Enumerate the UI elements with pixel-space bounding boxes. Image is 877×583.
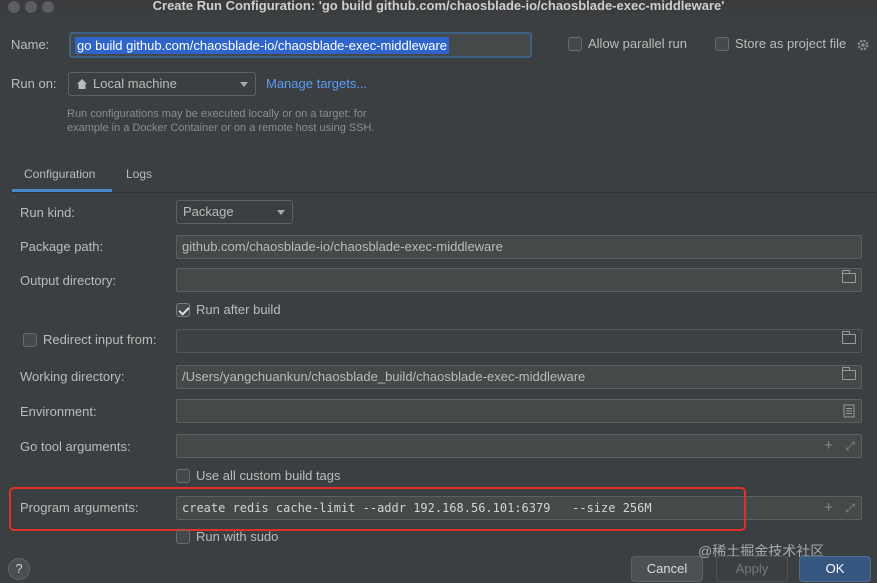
redirect-input-field[interactable] xyxy=(176,329,862,353)
tab-logs[interactable]: Logs xyxy=(126,167,152,181)
custom-build-tags-label: Use all custom build tags xyxy=(196,468,341,483)
package-path-input[interactable]: github.com/chaosblade-io/chaosblade-exec… xyxy=(176,235,862,259)
ok-button[interactable]: OK xyxy=(799,556,871,582)
folder-icon[interactable] xyxy=(842,270,856,283)
allow-parallel-checkbox[interactable] xyxy=(568,37,582,51)
run-after-build-checkbox[interactable] xyxy=(176,303,190,317)
run-kind-value: Package xyxy=(183,204,234,219)
redirect-input-label: Redirect input from: xyxy=(43,332,157,347)
folder-icon[interactable] xyxy=(842,331,856,344)
document-icon[interactable] xyxy=(843,404,855,418)
working-directory-value: /Users/yangchuankun/chaosblade_build/cha… xyxy=(182,369,586,384)
output-directory-label: Output directory: xyxy=(20,273,117,288)
manage-targets-link[interactable]: Manage targets... xyxy=(266,76,367,91)
plus-icon[interactable]: + xyxy=(824,499,833,517)
cancel-button[interactable]: Cancel xyxy=(631,556,703,582)
apply-button[interactable]: Apply xyxy=(716,556,788,582)
chevron-down-icon xyxy=(277,210,285,215)
expand-icon[interactable]: ⤢ xyxy=(845,437,855,455)
chevron-down-icon xyxy=(240,82,248,87)
name-input-value: go build github.com/chaosblade-io/chaosb… xyxy=(75,37,449,54)
run-with-sudo-label: Run with sudo xyxy=(196,529,279,544)
run-on-select[interactable]: Local machine xyxy=(68,72,256,96)
working-directory-label: Working directory: xyxy=(20,369,125,384)
custom-build-tags-checkbox[interactable] xyxy=(176,469,190,483)
window-title: Create Run Configuration: 'go build gith… xyxy=(152,0,725,13)
run-with-sudo-checkbox[interactable] xyxy=(176,530,190,544)
run-kind-label: Run kind: xyxy=(20,205,75,220)
gear-icon[interactable] xyxy=(856,38,870,52)
store-project-label: Store as project file xyxy=(735,36,847,51)
home-icon xyxy=(77,79,87,89)
expand-icon[interactable]: ⤢ xyxy=(845,499,855,517)
folder-icon[interactable] xyxy=(842,367,856,380)
run-on-value: Local machine xyxy=(93,76,177,91)
working-directory-input[interactable]: /Users/yangchuankun/chaosblade_build/cha… xyxy=(176,365,862,389)
store-project-checkbox[interactable] xyxy=(715,37,729,51)
run-on-hint-line1: Run configurations may be executed local… xyxy=(67,108,367,120)
title-bar: Create Run Configuration: 'go build gith… xyxy=(0,0,877,14)
help-button[interactable]: ? xyxy=(8,558,30,580)
redirect-input-checkbox[interactable] xyxy=(23,333,37,347)
plus-icon[interactable]: + xyxy=(824,437,833,455)
run-on-hint-line2: example in a Docker Container or on a re… xyxy=(67,122,375,134)
package-path-value: github.com/chaosblade-io/chaosblade-exec… xyxy=(182,239,503,254)
allow-parallel-label: Allow parallel run xyxy=(588,36,687,51)
go-tool-arguments-input[interactable]: + ⤢ xyxy=(176,434,862,458)
tab-configuration[interactable]: Configuration xyxy=(24,167,95,181)
highlight-annotation-box xyxy=(9,487,746,531)
environment-label: Environment: xyxy=(20,404,97,419)
run-on-label: Run on: xyxy=(11,76,57,91)
go-tool-arguments-label: Go tool arguments: xyxy=(20,439,131,454)
package-path-label: Package path: xyxy=(20,239,104,254)
run-after-build-label: Run after build xyxy=(196,302,281,317)
output-directory-input[interactable] xyxy=(176,268,862,292)
name-label: Name: xyxy=(11,37,50,52)
name-input[interactable]: go build github.com/chaosblade-io/chaosb… xyxy=(69,32,532,58)
environment-input[interactable] xyxy=(176,399,862,423)
run-kind-select[interactable]: Package xyxy=(176,200,293,224)
